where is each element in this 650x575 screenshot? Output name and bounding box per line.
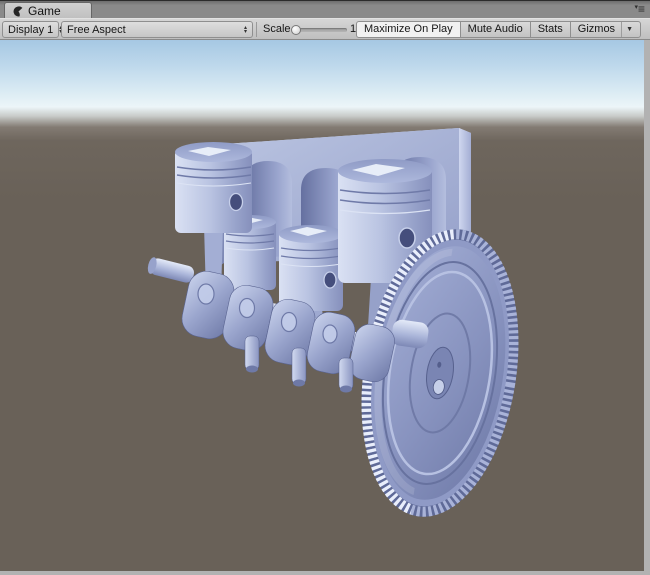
mute-audio-label: Mute Audio — [468, 22, 523, 37]
dropdown-arrows-icon: ▴▾ — [238, 26, 247, 34]
piston-3 — [279, 225, 343, 311]
tab-bar: Game ▾ ≡ — [0, 0, 650, 18]
stats-button[interactable]: Stats — [530, 21, 571, 38]
gizmos-label: Gizmos — [578, 22, 615, 37]
scale-slider-thumb[interactable] — [291, 25, 301, 35]
scale-slider[interactable] — [291, 27, 347, 33]
aspect-dropdown-value: Free Aspect — [67, 24, 126, 36]
mute-audio-button[interactable]: Mute Audio — [460, 21, 531, 38]
engine-3d-model — [0, 40, 644, 571]
chevron-down-icon[interactable]: ▼ — [621, 22, 633, 37]
game-view-toolbar: Display 1 ▴▾ Free Aspect ▴▾ Scale 1x Max… — [0, 18, 650, 40]
display-dropdown[interactable]: Display 1 ▴▾ — [2, 21, 59, 38]
gizmos-button[interactable]: Gizmos ▼ — [570, 21, 641, 38]
unity-game-window: { "window": { "tab_options_icon": "tab-o… — [0, 0, 650, 575]
game-viewport[interactable] — [0, 40, 644, 571]
stats-label: Stats — [538, 22, 563, 37]
display-dropdown-value: Display 1 — [8, 24, 53, 36]
toolbar-divider — [256, 22, 257, 37]
toolbar-button-group: Maximize On Play Mute Audio Stats Gizmos… — [357, 21, 641, 38]
menu-bars-icon: ≡ — [638, 2, 644, 16]
maximize-on-play-label: Maximize On Play — [364, 22, 453, 37]
tab-options-icon[interactable]: ▾ ≡ — [634, 2, 644, 16]
scale-label: Scale — [263, 19, 291, 40]
crank-nose — [146, 256, 195, 284]
aspect-ratio-dropdown[interactable]: Free Aspect ▴▾ — [61, 21, 253, 38]
maximize-on-play-button[interactable]: Maximize On Play — [356, 21, 461, 38]
piston-1 — [175, 142, 252, 233]
scale-slider-track[interactable] — [299, 28, 347, 32]
tab-label: Game — [28, 4, 61, 18]
chevron-down-icon: ▾ — [634, 3, 637, 11]
tab-game[interactable]: Game — [4, 2, 92, 19]
game-view-icon — [13, 6, 24, 17]
